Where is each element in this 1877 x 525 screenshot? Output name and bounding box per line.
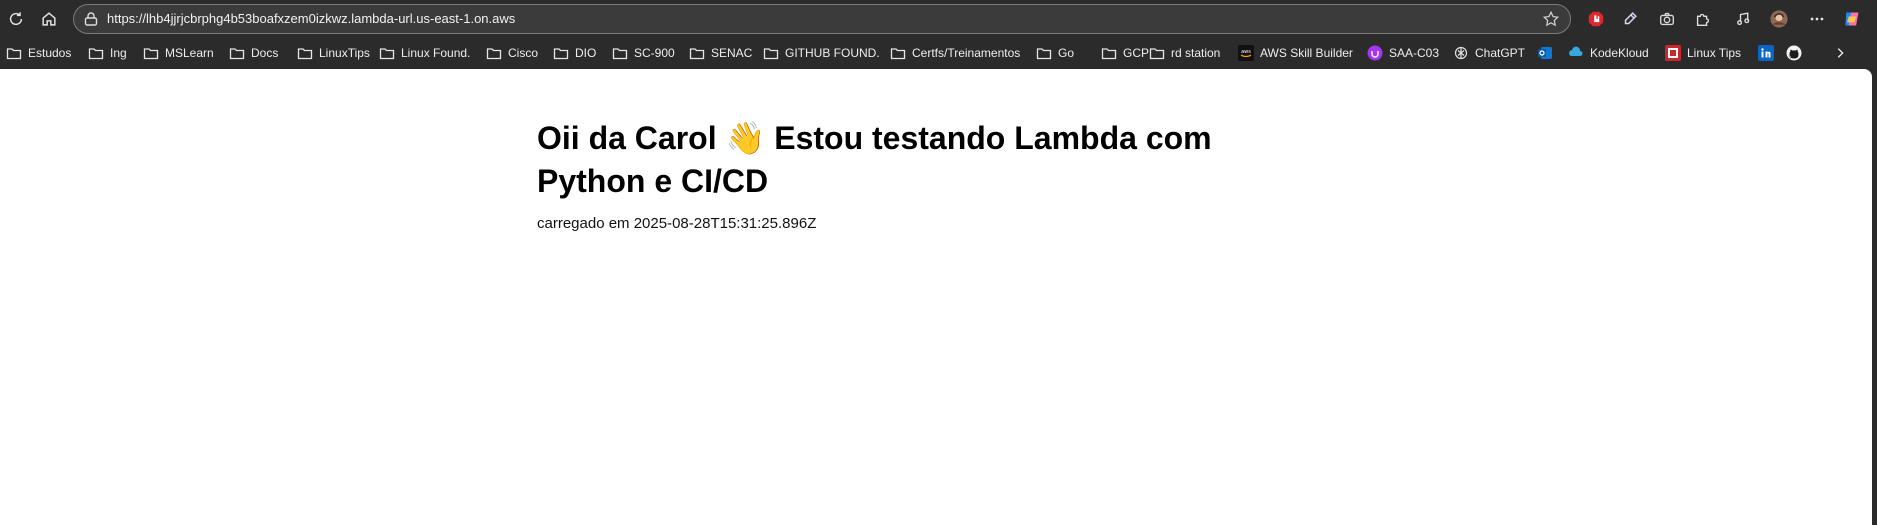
bookmarks-overflow-chevron-icon[interactable] [1833,43,1847,63]
profile-avatar[interactable] [1766,7,1792,31]
bookmark-senac[interactable]: SENAC [689,43,752,63]
bookmark-label: Estudos [28,46,72,60]
bookmark-kodekloud[interactable]: KodeKloud [1568,43,1649,63]
bookmark-ing[interactable]: Ing [88,43,127,63]
bookmark-gcp[interactable]: GCP [1101,43,1149,63]
folder-icon [6,45,22,61]
bookmark-chatgpt[interactable]: ChatGPT [1453,43,1525,63]
bookmark-dio[interactable]: DIO [553,43,596,63]
bookmark-go[interactable]: Go [1036,43,1074,63]
bookmark-mslearn[interactable]: MSLearn [143,43,214,63]
bookmark-label: AWS Skill Builder [1260,46,1353,60]
bookmark-label: GITHUB FOUND. [785,46,880,60]
bookmark-outlook[interactable] [1537,43,1553,63]
bookmark-label: LinuxTips [319,46,370,60]
svg-text:aws: aws [1241,49,1251,55]
browser-toolbar: https://lhb4jjrjcbrphg4b53boafxzem0izkwz… [0,0,1877,38]
bookmark-label: Go [1058,46,1075,60]
folder-icon [612,45,628,61]
bookmark-sc-900[interactable]: SC-900 [612,43,675,63]
page-content: Oii da Carol 👋 Estou testando Lambda com… [537,117,1257,232]
bookmark-label: Linux Found. [401,46,471,60]
bookmark-estudos[interactable]: Estudos [6,43,71,63]
folder-icon [143,45,159,61]
folder-icon [553,45,569,61]
bookmarks-bar: Estudos Ing MSLearn Docs LinuxTips Linux Foun… [0,38,1877,69]
folder-icon [379,45,395,61]
bookmark-label: Ing [110,46,127,60]
bookmark-linkedin[interactable] [1758,43,1774,63]
lock-icon[interactable] [83,11,99,27]
adblock-extension-icon[interactable] [1583,7,1609,31]
folder-icon [890,45,906,61]
bookmark-label: GCP [1123,46,1150,60]
folder-icon [763,45,779,61]
bookmark-saa-c03[interactable]: SAA-C03 [1367,43,1439,63]
bookmark-cisco[interactable]: Cisco [486,43,538,63]
bookmark-label: SAA-C03 [1389,46,1440,60]
bookmark-label: rd station [1171,46,1221,60]
url-text[interactable]: https://lhb4jjrjcbrphg4b53boafxzem0izkwz… [107,11,515,26]
home-icon[interactable] [36,7,62,31]
bookmark-label: MSLearn [165,46,214,60]
bookmark-aws-skill-builder[interactable]: aws AWS Skill Builder [1238,43,1353,63]
folder-icon [297,45,313,61]
bookmark-github[interactable] [1786,43,1802,63]
media-control-icon[interactable] [1732,7,1758,31]
favorite-star-icon[interactable] [1542,10,1560,28]
web-page: Oii da Carol 👋 Estou testando Lambda com… [0,69,1872,525]
bookmark-certfs-treinamentos[interactable]: Certfs/Treinamentos [890,43,1020,63]
github-icon [1786,45,1802,61]
folder-icon [88,45,104,61]
bookmark-label: Cisco [508,46,539,60]
bookmark-label: Docs [251,46,279,60]
bookmark-label: DIO [575,46,597,60]
bookmark-label: Certfs/Treinamentos [912,46,1021,60]
folder-icon [689,45,705,61]
outlook-icon [1537,45,1553,61]
copilot-icon[interactable] [1839,7,1865,31]
bookmark-linuxtips[interactable]: LinuxTips [297,43,370,63]
bookmark-docs[interactable]: Docs [229,43,278,63]
bookmark-label: ChatGPT [1475,46,1526,60]
bookmark-rd-station[interactable]: rd station [1149,43,1220,63]
bookmark-github-found[interactable]: GITHUB FOUND. [763,43,880,63]
loaded-timestamp: carregado em 2025-08-28T15:31:25.896Z [537,215,817,232]
aws-icon: aws [1238,45,1254,61]
bookmark-linux-tips[interactable]: Linux Tips [1665,43,1741,63]
linuxtips-icon [1665,45,1681,61]
refresh-icon[interactable] [3,7,29,31]
address-bar[interactable]: https://lhb4jjrjcbrphg4b53boafxzem0izkwz… [73,4,1571,34]
eyedropper-extension-icon[interactable] [1617,7,1643,31]
udemy-icon [1367,45,1383,61]
folder-icon [1149,45,1165,61]
extensions-puzzle-icon[interactable] [1690,7,1716,31]
bookmark-linux-found[interactable]: Linux Found. [379,43,470,63]
screenshot-camera-icon[interactable] [1654,7,1680,31]
chatgpt-icon [1453,45,1469,61]
folder-icon [1101,45,1117,61]
more-menu-icon[interactable] [1804,7,1830,31]
kodekloud-icon [1568,45,1584,61]
bookmark-label: SC-900 [634,46,675,60]
linkedin-icon [1758,45,1774,61]
folder-icon [1036,45,1052,61]
bookmark-label: Linux Tips [1687,46,1742,60]
bookmark-label: KodeKloud [1590,46,1649,60]
bookmark-label: SENAC [711,46,753,60]
page-heading: Oii da Carol 👋 Estou testando Lambda com… [537,120,1212,199]
folder-icon [229,45,245,61]
folder-icon [486,45,502,61]
